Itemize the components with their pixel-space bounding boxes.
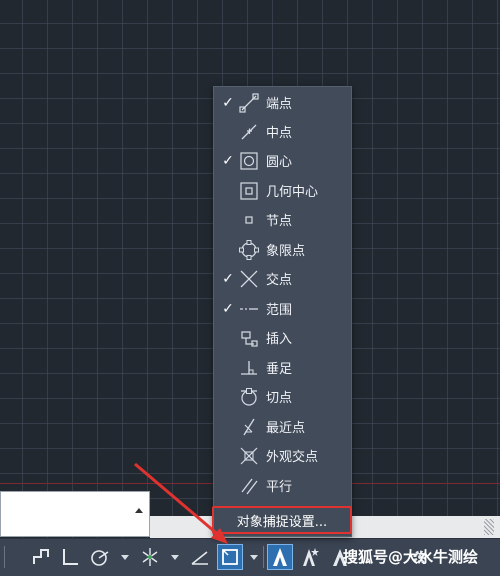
center-icon [238, 150, 260, 172]
annotation-scale-icon [273, 548, 287, 566]
snap-item-geometric-center[interactable]: 几何中心 [214, 176, 351, 205]
snap-item-label: 平行 [266, 480, 293, 495]
osnap-tracking-icon [191, 551, 208, 565]
snap-item-label: 切点 [266, 391, 293, 406]
snap-item-label: 象限点 [266, 244, 306, 259]
ortho-icon [63, 549, 78, 565]
snap-item-label: 最近点 [266, 421, 306, 436]
object-snap-icon [222, 549, 238, 565]
isodraft-dropdown-icon[interactable] [171, 555, 179, 560]
isodraft-button[interactable] [138, 544, 162, 570]
check-icon: ✓ [222, 270, 234, 287]
insertion-icon [238, 327, 260, 349]
snap-item-extension[interactable]: ✓ 范围 [214, 294, 351, 323]
object-snap-button[interactable] [217, 544, 243, 570]
check-icon: ✓ [222, 300, 234, 317]
snap-item-insertion[interactable]: 插入 [214, 323, 351, 352]
settings-label: 对象捕捉设置... [236, 514, 328, 530]
snap-item-apparent-intersection[interactable]: 外观交点 [214, 441, 351, 470]
snap-item-label: 垂足 [266, 362, 293, 377]
quadrant-icon [238, 239, 260, 261]
command-line-box[interactable] [0, 491, 150, 537]
resize-grip-icon[interactable] [484, 519, 494, 535]
snap-item-intersection[interactable]: ✓ 交点 [214, 264, 351, 293]
polar-tracking-button[interactable] [88, 544, 112, 570]
snap-item-label: 中点 [266, 126, 293, 141]
object-snap-tracking-button[interactable] [188, 544, 212, 570]
snap-item-center[interactable]: ✓ 圆心 [214, 146, 351, 175]
ortho-mode-button[interactable] [58, 544, 82, 570]
separator [4, 546, 5, 568]
object-snap-settings-item[interactable]: 对象捕捉设置... [212, 506, 352, 534]
snap-item-node[interactable]: 节点 [214, 205, 351, 234]
auto-scale-button[interactable] [298, 544, 322, 570]
object-snap-menu: ✓ 端点 中点 ✓ 圆心 几何中心 节点 象限点 ✓ 交点 ✓ 范围 插入 垂足… [212, 86, 352, 537]
annotation-visibility-button[interactable] [267, 544, 293, 570]
extension-icon [238, 298, 260, 320]
tangent-icon [238, 386, 260, 408]
isodraft-icon [142, 548, 158, 566]
snap-item-midpoint[interactable]: 中点 [214, 117, 351, 146]
intersection-icon [238, 268, 260, 290]
object-snap-dropdown-icon[interactable] [250, 555, 258, 560]
snap-item-endpoint[interactable]: ✓ 端点 [214, 88, 351, 117]
apparent-intersection-icon [238, 445, 260, 467]
snap-item-label: 圆心 [266, 155, 293, 170]
snap-item-label: 范围 [266, 303, 293, 318]
snap-mode-button[interactable] [29, 544, 53, 570]
perpendicular-icon [238, 357, 260, 379]
caret-up-icon[interactable] [135, 508, 143, 513]
auto-scale-icon [303, 548, 319, 566]
snap-item-tangent[interactable]: 切点 [214, 382, 351, 411]
separator [263, 546, 264, 568]
nearest-icon [238, 416, 260, 438]
watermark-text: 搜狐号@大水牛测绘 [343, 548, 479, 566]
snap-item-label: 交点 [266, 273, 293, 288]
check-icon: ✓ [222, 94, 234, 111]
polar-icon [91, 550, 109, 566]
snap-item-label: 外观交点 [266, 450, 319, 465]
snap-item-label: 节点 [266, 214, 293, 229]
node-icon [238, 209, 260, 231]
snap-item-nearest[interactable]: 最近点 [214, 412, 351, 441]
snap-item-parallel[interactable]: 平行 [214, 471, 351, 500]
snap-item-perpendicular[interactable]: 垂足 [214, 353, 351, 382]
check-icon: ✓ [222, 152, 234, 169]
snap-mode-icon [33, 549, 49, 564]
snap-item-label: 端点 [266, 97, 293, 112]
snap-item-label: 插入 [266, 332, 293, 347]
snap-item-label: 几何中心 [266, 185, 319, 200]
geometric-center-icon [238, 180, 260, 202]
polar-dropdown-icon[interactable] [121, 555, 129, 560]
parallel-icon [238, 475, 260, 497]
midpoint-icon [238, 121, 260, 143]
grip-icon[interactable] [8, 544, 14, 570]
snap-item-quadrant[interactable]: 象限点 [214, 235, 351, 264]
endpoint-icon [238, 92, 260, 114]
